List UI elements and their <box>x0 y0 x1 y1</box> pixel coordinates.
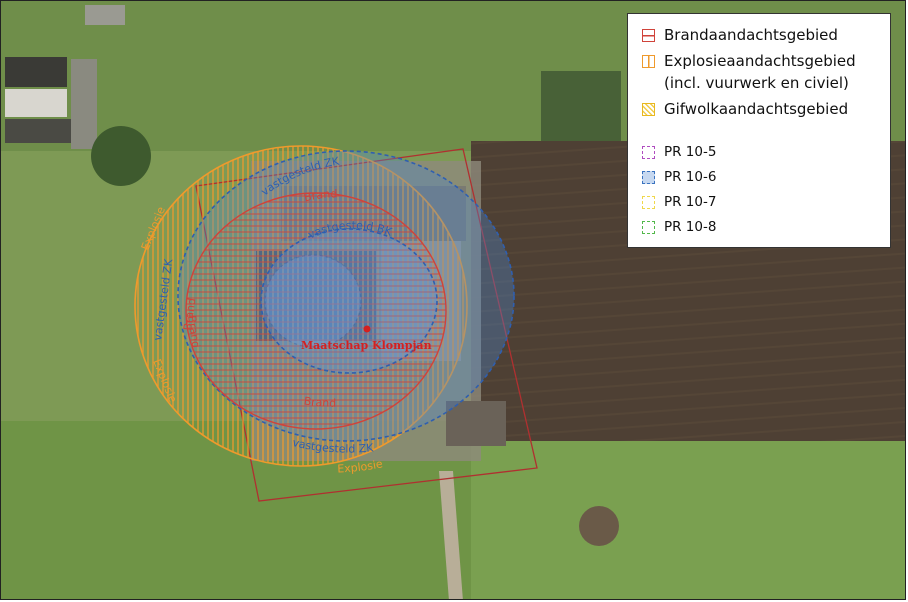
legend-pr-10-5: PR 10-5 <box>642 144 716 160</box>
explosie-swatch <box>642 54 655 68</box>
legend-pr-10-6: PR 10-6 <box>642 169 716 185</box>
tree-cluster <box>91 126 151 186</box>
brand-swatch <box>642 28 655 42</box>
legend-pr-10-8-label: PR 10-8 <box>664 219 717 235</box>
barn-wall-1 <box>5 89 67 117</box>
manure-pad <box>446 401 506 446</box>
legend-pr-10-8: PR 10-8 <box>642 219 716 235</box>
legend-brand-label: Brandaandachtsgebied <box>664 26 838 44</box>
barn-roof-2 <box>5 119 71 143</box>
legend-explosie: Explosieaandachtsgebied <box>642 52 856 70</box>
legend-pr-10-7-label: PR 10-7 <box>664 194 717 210</box>
inner-zone <box>264 254 362 348</box>
legend-pr-10-7: PR 10-7 <box>642 194 716 210</box>
site-marker[interactable] <box>363 325 371 333</box>
legend-gifwolk: Gifwolkaandachtsgebied <box>642 100 848 118</box>
tree-row-east <box>541 71 621 141</box>
barn-3 <box>71 59 97 149</box>
brush-pile <box>579 506 619 546</box>
gifwolk-swatch <box>642 102 655 116</box>
legend-pr-10-5-label: PR 10-5 <box>664 144 717 160</box>
barn-roof-1 <box>5 57 67 87</box>
legend-explosie-sub-label: (incl. vuurwerk en civiel) <box>664 74 849 92</box>
shed-top <box>85 5 125 25</box>
legend: Brandaandachtsgebied Explosieaandachtsge… <box>627 13 891 248</box>
legend-gifwolk-label: Gifwolkaandachtsgebied <box>664 100 849 118</box>
pr-10-8-swatch <box>642 220 655 234</box>
legend-brand: Brandaandachtsgebied <box>642 26 838 44</box>
pr-10-5-swatch <box>642 145 655 159</box>
legend-explosie-label: Explosieaandachtsgebied <box>664 52 856 70</box>
brand-bottom-label: Brand <box>303 394 336 409</box>
site-label: Maatschap Klompjan <box>301 339 432 352</box>
map-frame[interactable]: vastgesteld ZK vastgesteld BK Brand vast… <box>0 0 906 600</box>
legend-explosie-sub: (incl. vuurwerk en civiel) <box>664 74 849 92</box>
legend-pr-10-6-label: PR 10-6 <box>664 169 717 185</box>
pr-10-7-swatch <box>642 195 655 209</box>
pr-10-6-swatch <box>642 170 655 184</box>
